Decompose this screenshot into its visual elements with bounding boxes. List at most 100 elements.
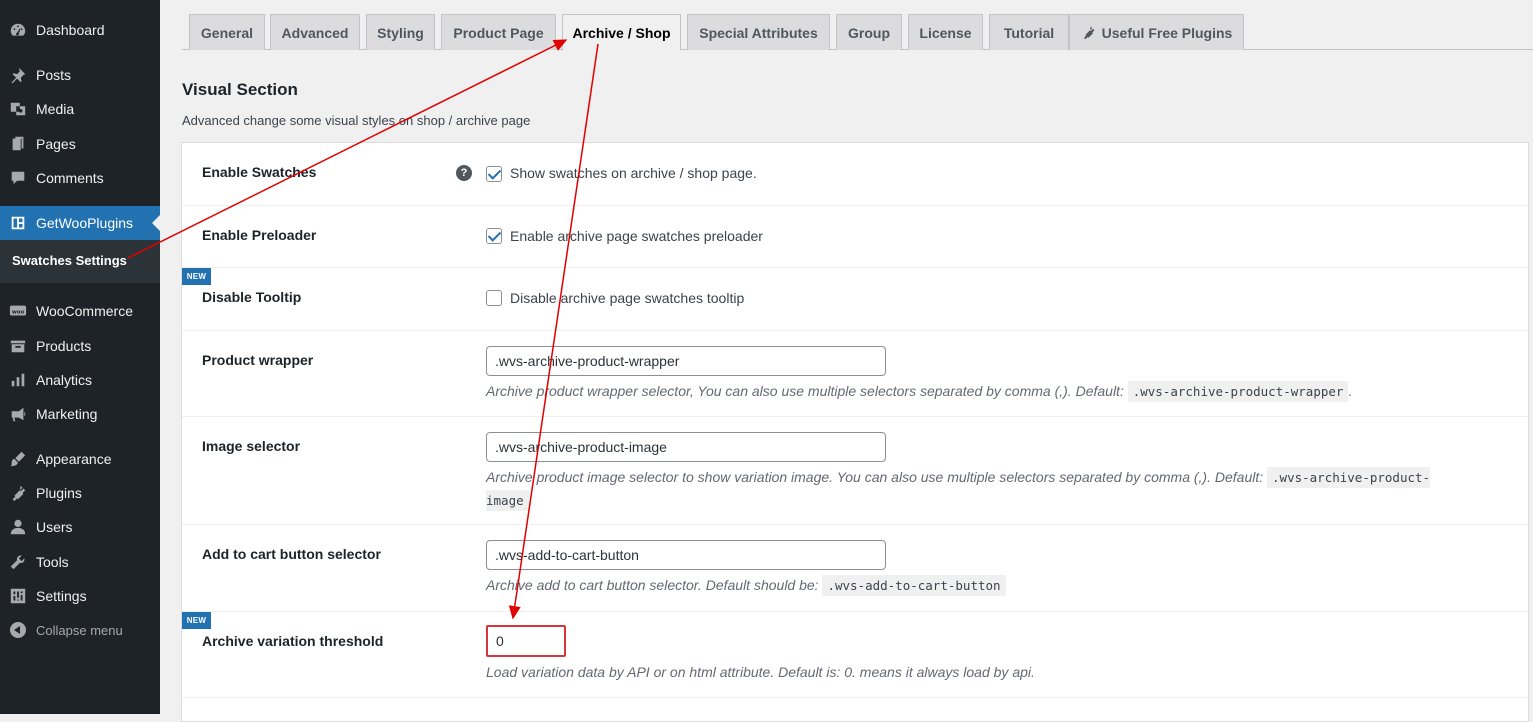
field-description: Load variation data by API or on html at… [486, 664, 1035, 680]
sidebar-item-posts[interactable]: Posts [0, 58, 160, 92]
tab-archive-shop[interactable]: Archive / Shop [562, 14, 681, 51]
sidebar-item-marketing[interactable]: Marketing [0, 397, 160, 431]
description-tail: . [528, 492, 533, 508]
plug-icon [1081, 25, 1096, 40]
enable-swatches-checkbox[interactable] [486, 166, 502, 182]
sidebar-item-label: GetWooPlugins [36, 215, 134, 231]
checkbox-label: Disable archive page swatches tooltip [510, 290, 745, 306]
tab-label: Archive / Shop [572, 24, 671, 41]
collapse-menu-label: Collapse menu [36, 622, 123, 638]
sidebar-item-label: WooCommerce [36, 303, 133, 319]
field-description: Archive add to cart button selector. Def… [486, 574, 1486, 597]
sidebar-item-woocommerce[interactable]: woo WooCommerce [0, 294, 160, 328]
sidebar-item-dashboard[interactable]: Dashboard [0, 13, 160, 47]
sidebar-item-label: Marketing [36, 406, 98, 422]
section-description: Advanced change some visual styles on sh… [182, 113, 531, 128]
new-badge: NEW [182, 612, 211, 629]
sidebar-item-label: Media [36, 101, 75, 117]
tab-product-page[interactable]: Product Page [441, 14, 556, 50]
description-text: Archive product image selector to show v… [486, 469, 1268, 485]
sidebar-item-label: Settings [36, 588, 87, 604]
checkbox-label: Show swatches on archive / shop page. [510, 165, 757, 181]
enable-preloader-checkbox[interactable] [486, 228, 502, 244]
tab-label: Product Page [453, 24, 544, 41]
tab-license[interactable]: License [908, 14, 983, 50]
sidebar-item-label: Analytics [36, 372, 93, 388]
tab-label: Special Attributes [699, 24, 818, 41]
setting-label: Disable Tooltip [202, 289, 302, 305]
sidebar-item-label: Dashboard [36, 22, 105, 38]
settings-form-table: Enable Swatches ? Show swatches on archi… [181, 142, 1529, 722]
add-to-cart-selector-input[interactable] [486, 540, 886, 570]
variation-threshold-input[interactable] [486, 625, 566, 657]
sidebar-item-settings[interactable]: Settings [0, 579, 160, 613]
setting-label: Enable Swatches [202, 164, 317, 180]
tab-label: Tutorial [1003, 24, 1055, 41]
sidebar-item-tools[interactable]: Tools [0, 545, 160, 579]
tab-styling[interactable]: Styling [366, 14, 435, 50]
help-icon[interactable]: ? [456, 165, 472, 181]
row-archive-variation-threshold: NEW Archive variation threshold Load var… [182, 612, 1528, 698]
disable-tooltip-checkbox[interactable] [486, 290, 502, 306]
tab-tutorial[interactable]: Tutorial [989, 14, 1069, 50]
sidebar-item-label: Tools [36, 554, 69, 570]
tab-advanced[interactable]: Advanced [270, 14, 360, 50]
comments-icon [0, 169, 36, 187]
default-value-code: .wvs-add-to-cart-button [822, 575, 1006, 596]
pages-icon [0, 135, 36, 153]
setting-label: Image selector [202, 438, 301, 454]
tab-useful-free-plugins[interactable]: Useful Free Plugins [1069, 14, 1244, 50]
pin-icon [0, 66, 36, 84]
dashboard-icon [0, 21, 36, 39]
new-badge: NEW [182, 268, 211, 285]
description-tail: . [1348, 383, 1353, 399]
svg-text:woo: woo [12, 309, 25, 315]
field-description: Archive product wrapper selector, You ca… [486, 380, 1486, 403]
sidebar-item-users[interactable]: Users [0, 510, 160, 544]
users-icon [0, 518, 36, 536]
admin-sidebar: Dashboard Posts Media Pages Comments Get… [0, 0, 160, 714]
sidebar-item-pages[interactable]: Pages [0, 127, 160, 161]
appearance-icon [0, 450, 36, 468]
tab-label: Useful Free Plugins [1101, 24, 1233, 41]
tools-icon [0, 553, 36, 571]
sidebar-item-label: Posts [36, 67, 72, 83]
row-enable-preloader: Enable Preloader Enable archive page swa… [182, 206, 1528, 268]
tab-label: General [200, 24, 254, 41]
analytics-icon [0, 371, 36, 389]
field-description: Archive product image selector to show v… [486, 466, 1476, 512]
sidebar-item-label: Comments [36, 170, 104, 186]
checkbox-label: Enable archive page swatches preloader [510, 228, 763, 244]
sidebar-item-label: Plugins [36, 485, 82, 501]
sidebar-item-label: Pages [36, 136, 76, 152]
sidebar-item-plugins[interactable]: Plugins [0, 476, 160, 510]
products-icon [0, 337, 36, 355]
sidebar-item-analytics[interactable]: Analytics [0, 363, 160, 397]
marketing-icon [0, 405, 36, 423]
product-wrapper-input[interactable] [486, 346, 886, 376]
sidebar-subitem-swatches-settings[interactable]: Swatches Settings [12, 253, 127, 268]
section-title: Visual Section [182, 80, 298, 99]
getwooplugins-submenu: Swatches Settings [0, 240, 160, 283]
sidebar-item-comments[interactable]: Comments [0, 161, 160, 195]
sidebar-item-appearance[interactable]: Appearance [0, 442, 160, 476]
plugins-icon [0, 484, 36, 502]
settings-tabs: General Advanced Styling Product Page Ar… [182, 0, 1533, 51]
sidebar-item-products[interactable]: Products [0, 329, 160, 363]
default-value-code: .wvs-archive-product-wrapper [1127, 381, 1349, 402]
tab-special-attributes[interactable]: Special Attributes [687, 14, 830, 50]
row-product-wrapper: Product wrapper Archive product wrapper … [182, 331, 1528, 417]
getwooplugins-icon [0, 214, 36, 232]
tab-general[interactable]: General [189, 14, 265, 50]
setting-label: Product wrapper [202, 352, 314, 368]
row-enable-swatches: Enable Swatches ? Show swatches on archi… [182, 143, 1528, 206]
collapse-menu-button[interactable]: Collapse menu [0, 613, 160, 647]
sidebar-item-label: Appearance [36, 451, 112, 467]
sidebar-item-getwooplugins[interactable]: GetWooPlugins [0, 206, 160, 240]
tab-group[interactable]: Group [836, 14, 902, 50]
image-selector-input[interactable] [486, 432, 886, 462]
tab-label: Styling [377, 24, 424, 41]
sidebar-item-media[interactable]: Media [0, 92, 160, 126]
row-add-to-cart-selector: Add to cart button selector Archive add … [182, 525, 1528, 612]
row-image-selector: Image selector Archive product image sel… [182, 417, 1528, 525]
